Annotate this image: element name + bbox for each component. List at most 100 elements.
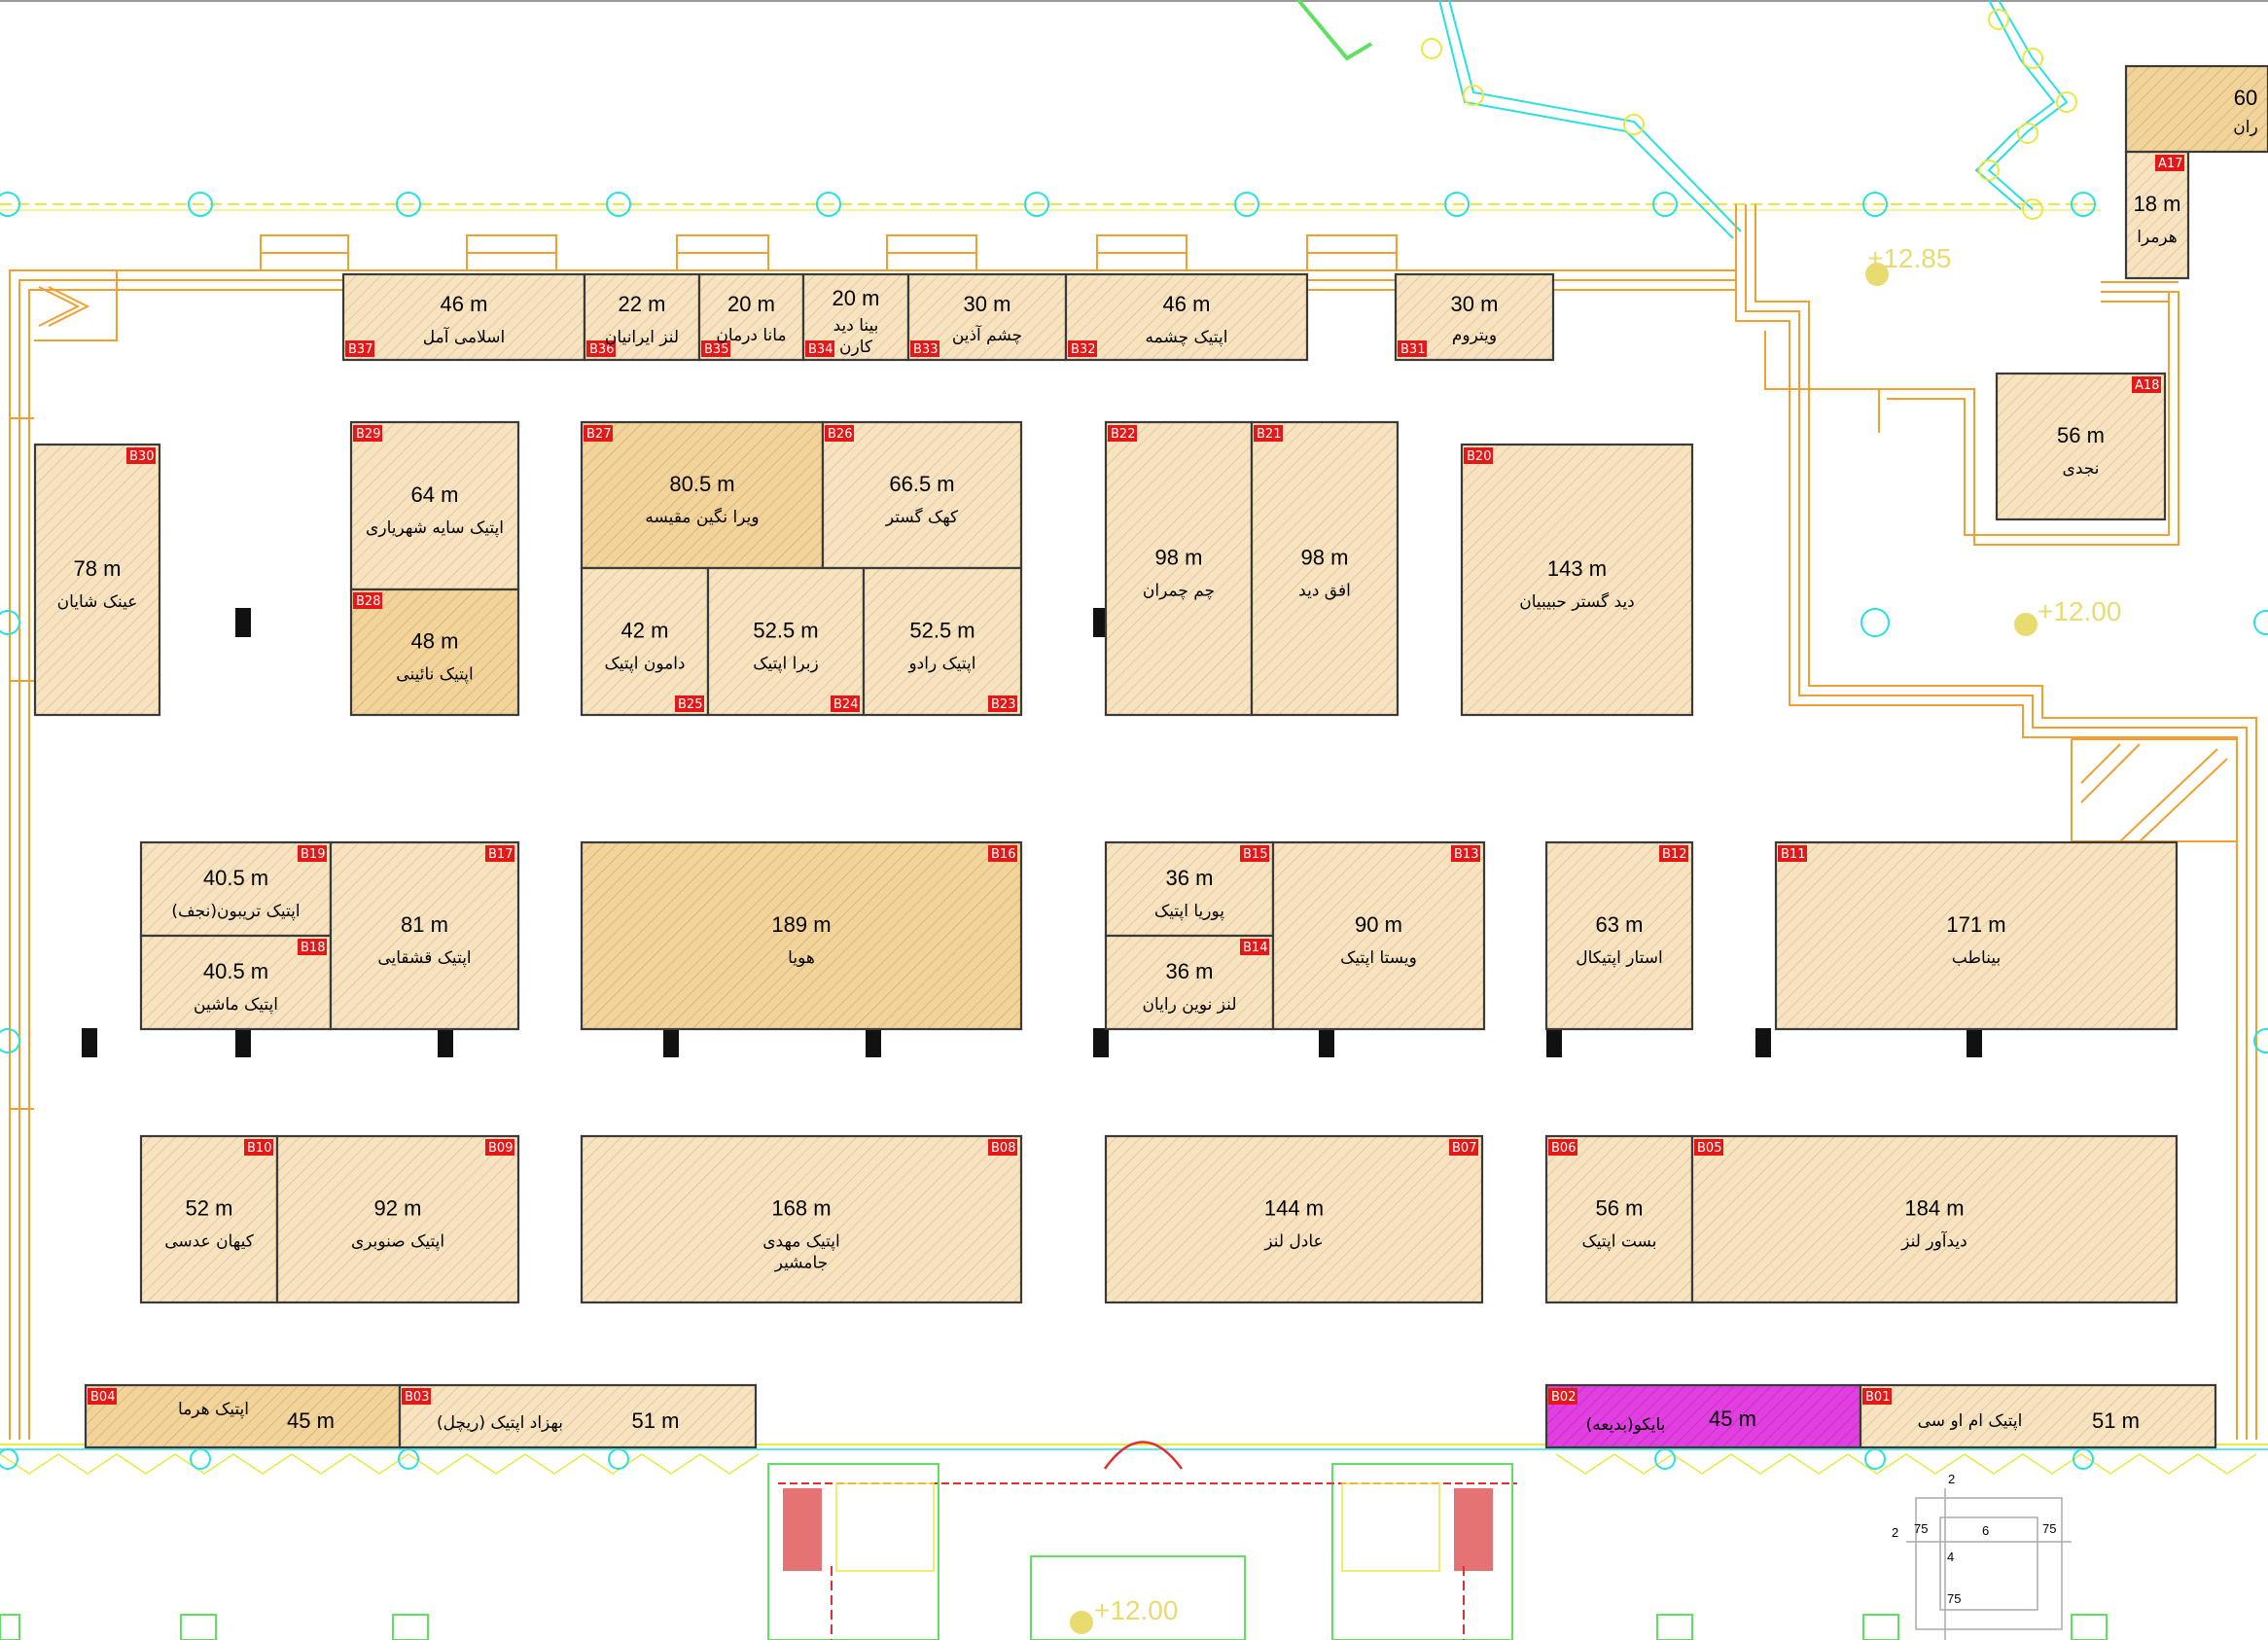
booth-b14[interactable]: B14 36 m لنز نوین رایان <box>1104 934 1275 1031</box>
booth-b15[interactable]: B15 36 m پوریا اپتیک <box>1104 840 1275 938</box>
booth-area: 168 m <box>771 1196 831 1221</box>
booth-name: ویستا اپتیک <box>1340 948 1417 968</box>
booth-name: اپتیک هرما <box>178 1400 249 1419</box>
booth-b06[interactable]: B06 56 m بست اپتیک <box>1544 1134 1694 1304</box>
booth-area: 66.5 m <box>889 472 954 496</box>
booth-area: 78 m <box>74 556 122 581</box>
booth-area: 90 m <box>1355 912 1402 937</box>
booth-area: 80.5 m <box>669 472 734 496</box>
booth-code: B13 <box>1454 847 1478 862</box>
booth-area: 52 m <box>186 1196 233 1221</box>
booth-b12[interactable]: B12 63 m استار اپتیکال <box>1544 840 1694 1031</box>
booth-name: اپتیک سایه شهریاری <box>366 518 504 538</box>
booth-b10[interactable]: B10 52 m کیهان عدسی <box>139 1134 279 1304</box>
booth-code: B32 <box>1071 342 1095 357</box>
booth-b32[interactable]: B32 46 m اپتیک چشمه <box>1064 272 1309 362</box>
dimension-label: 6 <box>1982 1523 1989 1538</box>
booth-code: B12 <box>1662 847 1686 862</box>
booth-area: 30 m <box>964 292 1011 316</box>
booth-code: B29 <box>356 427 380 442</box>
booth-b35[interactable]: B3520 mمانا درمان <box>697 272 805 362</box>
booth-b31[interactable]: B31 30 m ویتروم <box>1394 272 1555 362</box>
booth-name: اپتیک صنوبری <box>351 1232 444 1252</box>
floor-plan-map: 2 75 6 75 4 75 2 +12.85 +12.00 +12.00 B3… <box>0 0 2268 1640</box>
booth-code: B30 <box>129 449 154 464</box>
booth-area: 46 m <box>441 292 488 316</box>
booth-name: بینا دید <box>833 316 879 336</box>
booth-name: زبرا اپتیک <box>753 655 818 674</box>
booth-b21[interactable]: B21 98 m افق دید <box>1250 420 1400 717</box>
booth-area: 51 m <box>632 1408 680 1433</box>
booth-name: لنز ایرانیان <box>605 328 679 347</box>
booth-b24[interactable]: B24 52.5 m زبرا اپتیک <box>706 566 866 717</box>
column-markers-top <box>0 192 2096 217</box>
booth-code: A18 <box>2135 378 2159 393</box>
booth-area: 48 m <box>411 629 459 654</box>
booth-b11[interactable]: B11 171 m بیناطب <box>1774 840 2179 1031</box>
booth-area: 52.5 m <box>753 619 818 643</box>
booth-name: دامون اپتیک <box>605 655 686 674</box>
booth-code: B37 <box>348 342 372 357</box>
booth-area: 64 m <box>411 482 459 507</box>
booth-code: B03 <box>405 1390 429 1405</box>
booth-area: 98 m <box>1301 546 1349 570</box>
booth-b13[interactable]: B13 90 m ویستا اپتیک <box>1271 840 1486 1031</box>
booth-name: لنز نوین رایان <box>1142 995 1236 1015</box>
booth-name: اسلامی آمل <box>423 326 506 347</box>
booth-name: دیدآور لنز <box>1900 1230 1967 1252</box>
booth-name: بهزاد اپتیک (ریچل) <box>437 1413 563 1433</box>
booth-area: 52.5 m <box>909 619 975 643</box>
booth-b17[interactable]: B17 81 m اپتیک قشقایی <box>329 840 520 1031</box>
booth-code: B05 <box>1697 1141 1721 1156</box>
booth-edge[interactable]: 60 ران <box>2124 64 2268 154</box>
booth-a17[interactable]: A17 18 m هرمرا <box>2124 150 2190 280</box>
booth-area: 20 m <box>833 286 880 310</box>
booth-code: B25 <box>678 697 702 712</box>
booth-code: B14 <box>1243 941 1267 955</box>
booth-code: B24 <box>833 697 858 712</box>
booth-b26[interactable]: B26 66.5 m کهک گستر <box>821 420 1023 570</box>
booth-b01[interactable]: B01 51 m اپتیک ام او سی <box>1859 1383 2217 1449</box>
booth-code: B26 <box>828 427 852 442</box>
booth-b29[interactable]: B29 64 m اپتیک سایه شهریاری <box>349 420 520 591</box>
booth-b36[interactable]: B3622 mلنز ایرانیان <box>583 272 701 362</box>
booth-b07[interactable]: B07 144 m عادل لنز <box>1104 1134 1484 1304</box>
booth-b22[interactable]: B22 98 m چم چمران <box>1104 420 1254 717</box>
booth-a18[interactable]: A18 56 m نجدی <box>1995 372 2167 521</box>
elevation-label: +12.00 <box>2038 596 2121 626</box>
booth-name: اپتیک رادو <box>907 655 975 674</box>
booth-b04[interactable]: B04 45 m اپتیک هرما <box>84 1383 402 1449</box>
booth-code: B06 <box>1551 1141 1576 1156</box>
booth-outline <box>1859 1383 2217 1449</box>
booth-name: استار اپتیکال <box>1576 948 1663 968</box>
booth-b18[interactable]: B18 40.5 m اپتیک ماشین <box>139 934 333 1031</box>
booth-b20[interactable]: B20 143 m دید گستر حبیبیان <box>1460 443 1694 717</box>
dimension-label: 2 <box>1948 1472 1955 1486</box>
booth-b37[interactable]: B37 46 m اسلامی آمل <box>341 272 586 362</box>
booth-b34[interactable]: B34 20 m بینا دید کارن <box>801 272 910 362</box>
booth-b02[interactable]: B02 45 m بایکو(بدیعه) <box>1544 1383 1862 1449</box>
booth-name: ویرا نگین مقیسه <box>645 507 759 527</box>
booth-b33[interactable]: B33 30 m چشم آذین <box>906 272 1068 362</box>
booth-area: 189 m <box>771 912 831 937</box>
booth-b09[interactable]: B09 92 m اپتیک صنوبری <box>275 1134 520 1304</box>
booth-b03[interactable]: B03 51 m بهزاد اپتیک (ریچل) <box>398 1383 758 1449</box>
booth-b25[interactable]: B25 42 m دامون اپتیک <box>580 566 710 717</box>
booth-code: B09 <box>488 1141 513 1156</box>
booth-b27[interactable]: B27 80.5 m ویرا نگین مقیسه <box>580 420 825 570</box>
booth-area: 40.5 m <box>203 866 268 890</box>
booth-name: اپتیک تریبون(نجف) <box>171 902 300 921</box>
booth-b23[interactable]: B23 52.5 m اپتیک رادو <box>862 566 1023 717</box>
booth-b19[interactable]: B19 40.5 m اپتیک تریبون(نجف) <box>139 840 333 938</box>
booth-b08[interactable]: B08 168 m اپتیک مهدی جامشیر <box>580 1134 1023 1304</box>
booth-b30[interactable]: B30 78 m عینک شایان <box>33 443 161 717</box>
booth-area: 81 m <box>401 912 448 937</box>
booth-name: کیهان عدسی <box>164 1232 255 1252</box>
booth-b28[interactable]: B28 48 m اپتیک نائینی <box>349 588 520 717</box>
booth-b16[interactable]: B16 189 m هویا <box>580 840 1023 1031</box>
booth-name: اپتیک نائینی <box>396 665 473 685</box>
booth-code: B01 <box>1865 1390 1890 1405</box>
booth-name: بیناطب <box>1952 948 2001 968</box>
booth-b05[interactable]: B05 184 m دیدآور لنز <box>1690 1134 2179 1304</box>
booth-name: ویتروم <box>1452 326 1497 345</box>
